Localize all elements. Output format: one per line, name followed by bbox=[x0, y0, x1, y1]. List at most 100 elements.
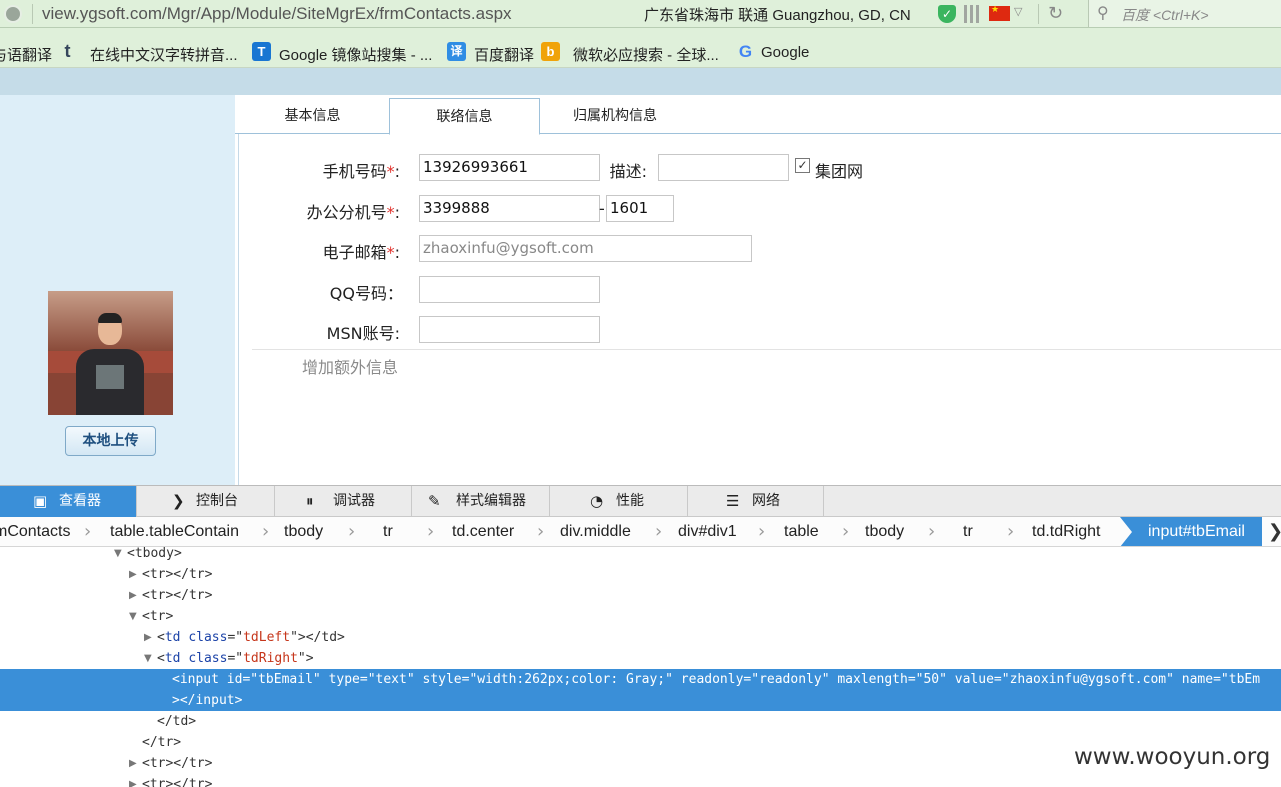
attr-name: style bbox=[422, 672, 462, 687]
dom-node-code: <tr></tr> bbox=[142, 588, 213, 603]
dom-node-code: <tr></tr> bbox=[142, 777, 213, 787]
photo-person-hair bbox=[98, 313, 122, 323]
collapse-triangle-icon[interactable]: ▶ bbox=[129, 564, 137, 585]
qq-label: QQ号码： bbox=[329, 284, 403, 303]
bookmark-google[interactable]: Google bbox=[761, 44, 809, 61]
reload-icon[interactable]: ↻ bbox=[1048, 3, 1063, 24]
attr-name: name bbox=[1181, 672, 1214, 687]
bookmark-translate[interactable]: 与语翻译 bbox=[0, 44, 52, 65]
dom-node-line[interactable]: ▶ <tr></tr> bbox=[0, 564, 1281, 585]
bookmark-pinyin[interactable]: 在线中文汉字转拼音... bbox=[90, 44, 238, 65]
dom-node-code: <tr> bbox=[142, 609, 174, 624]
required-mark: * bbox=[386, 203, 395, 222]
inspector-icon: ▣ bbox=[33, 492, 48, 510]
tab-basic-info[interactable]: 基本信息 bbox=[245, 98, 380, 134]
devtools-tab-console[interactable]: ❯ 控制台 bbox=[137, 486, 275, 517]
attr-value: tdRight bbox=[243, 651, 298, 666]
dom-node-line[interactable]: ▶ <tr></tr> bbox=[0, 585, 1281, 606]
page-header-strip bbox=[0, 68, 1281, 95]
collapse-triangle-icon[interactable]: ▶ bbox=[129, 774, 137, 787]
expand-triangle-icon[interactable]: ▼ bbox=[144, 648, 152, 669]
breadcrumb-item[interactable]: mContacts bbox=[0, 523, 70, 541]
dom-node-line-selected[interactable]: <input id="tbEmail" type="text" style="w… bbox=[0, 669, 1281, 711]
tumblr-icon: t bbox=[64, 41, 71, 61]
shield-icon[interactable]: ✓ bbox=[938, 5, 956, 23]
collapse-triangle-icon[interactable]: ▶ bbox=[129, 585, 137, 606]
collapse-triangle-icon[interactable]: ▶ bbox=[144, 627, 152, 648]
breadcrumb-item[interactable]: tr bbox=[383, 523, 393, 541]
msn-input[interactable] bbox=[419, 316, 600, 343]
chevron-right-icon[interactable]: ❯ bbox=[1268, 521, 1281, 542]
breadcrumb-item-active[interactable]: input#tbEmail bbox=[1120, 517, 1262, 546]
url-field[interactable]: view.ygsoft.com/Mgr/App/Module/SiteMgrEx… bbox=[42, 4, 512, 24]
dom-node-line[interactable]: ▶ <tr></tr> bbox=[0, 774, 1281, 787]
email-field[interactable]: zhaoxinfu@ygsoft.com bbox=[419, 235, 752, 262]
style-editor-icon: ✎ bbox=[428, 492, 441, 510]
dom-node-line[interactable]: ▼ <tr> bbox=[0, 606, 1281, 627]
desc-input[interactable] bbox=[658, 154, 789, 181]
dom-node-line[interactable]: ▶ <td class="tdLeft"></td> bbox=[0, 627, 1281, 648]
mobile-label-text: 手机号码 bbox=[322, 162, 387, 181]
dom-node-code: </tr> bbox=[142, 735, 182, 750]
form-box bbox=[238, 134, 1281, 485]
breadcrumb-item[interactable]: td.tdRight bbox=[1032, 523, 1100, 541]
tab-contact-info[interactable]: 联络信息 bbox=[389, 98, 540, 135]
devtools-tab-style-editor[interactable]: ✎ 样式编辑器 bbox=[412, 486, 550, 517]
attr-value: 50 bbox=[923, 672, 940, 687]
devtools-tab-inspector[interactable]: ▣ 查看器 bbox=[0, 486, 137, 517]
required-mark: * bbox=[386, 162, 395, 181]
breadcrumb-item[interactable]: table bbox=[784, 523, 819, 541]
google-icon: G bbox=[738, 42, 753, 61]
search-bar[interactable]: ⚲ 百度 <Ctrl+K> bbox=[1088, 0, 1281, 27]
office-ext-input[interactable]: 1601 bbox=[606, 195, 674, 222]
network-icon: ☰ bbox=[726, 492, 740, 510]
bookmark-bing[interactable]: 微软必应搜索 - 全球... bbox=[573, 44, 719, 65]
devtools-tab-network[interactable]: ☰ 网络 bbox=[688, 486, 824, 517]
china-flag-icon[interactable]: ★ bbox=[989, 6, 1010, 21]
tab-org-info[interactable]: 归属机构信息 bbox=[545, 98, 685, 134]
expand-triangle-icon[interactable]: ▼ bbox=[114, 547, 122, 564]
breadcrumb-separator-icon: › bbox=[1007, 521, 1015, 542]
devtools-tab-label: 控制台 bbox=[196, 493, 238, 509]
bookmark-baidu-translate[interactable]: 百度翻译 bbox=[474, 44, 534, 65]
devtools-tab-label: 样式编辑器 bbox=[456, 493, 526, 509]
breadcrumb-item[interactable]: td.center bbox=[452, 523, 514, 541]
bookmarks-bar: 与语翻译 t 在线中文汉字转拼音... T Google 镜像站搜集 - ...… bbox=[0, 28, 1281, 68]
breadcrumb-item[interactable]: table.tableContain bbox=[110, 523, 239, 541]
attr-value: zhaoxinfu@ygsoft.com bbox=[1009, 672, 1167, 687]
qr-icon[interactable] bbox=[964, 5, 982, 23]
breadcrumb-item[interactable]: tr bbox=[963, 523, 973, 541]
qq-input[interactable] bbox=[419, 276, 600, 303]
group-net-checkbox[interactable]: ✓ bbox=[795, 158, 810, 173]
breadcrumb-separator-icon: › bbox=[842, 521, 850, 542]
chevron-down-icon[interactable]: ▽ bbox=[1014, 5, 1022, 18]
office-phone-input[interactable]: 3399888 bbox=[419, 195, 600, 222]
attr-name: value bbox=[954, 672, 994, 687]
breadcrumb-separator-icon: › bbox=[655, 521, 663, 542]
office-ext-label: 办公分机号*: bbox=[306, 203, 400, 222]
devtools-tab-debugger[interactable]: ⏸ 调试器 bbox=[275, 486, 412, 517]
dom-node-line[interactable]: ▼ <tbody> bbox=[0, 547, 1281, 564]
tag-name: td bbox=[164, 630, 181, 645]
breadcrumb-item[interactable]: div.middle bbox=[560, 523, 631, 541]
photo-shirt-print bbox=[96, 365, 124, 389]
baidu-translate-icon: 译 bbox=[447, 42, 466, 61]
devtools-tab-performance[interactable]: ◔ 性能 bbox=[550, 486, 688, 517]
dom-node-line[interactable]: ▼ <td class="tdRight"> bbox=[0, 648, 1281, 669]
email-label-text: 电子邮箱 bbox=[322, 243, 387, 262]
globe-icon[interactable] bbox=[4, 5, 22, 23]
local-upload-button[interactable]: 本地上传 bbox=[65, 426, 156, 456]
breadcrumb-separator-icon: › bbox=[427, 521, 435, 542]
dom-node-line[interactable]: </td> bbox=[0, 711, 1281, 732]
collapse-triangle-icon[interactable]: ▶ bbox=[129, 753, 137, 774]
google-mirror-icon: T bbox=[252, 42, 271, 61]
bookmark-google-mirror[interactable]: Google 镜像站搜集 - ... bbox=[279, 44, 432, 65]
profile-sidebar: 本地上传 bbox=[0, 95, 235, 485]
attr-name: class bbox=[188, 651, 228, 666]
add-extra-info-link[interactable]: 增加额外信息 bbox=[302, 354, 398, 378]
breadcrumb-item[interactable]: tbody bbox=[284, 523, 323, 541]
expand-triangle-icon[interactable]: ▼ bbox=[129, 606, 137, 627]
breadcrumb-item[interactable]: tbody bbox=[865, 523, 904, 541]
dom-node-code: <td class="tdLeft"></td> bbox=[157, 630, 345, 645]
breadcrumb-item[interactable]: div#div1 bbox=[678, 523, 737, 541]
